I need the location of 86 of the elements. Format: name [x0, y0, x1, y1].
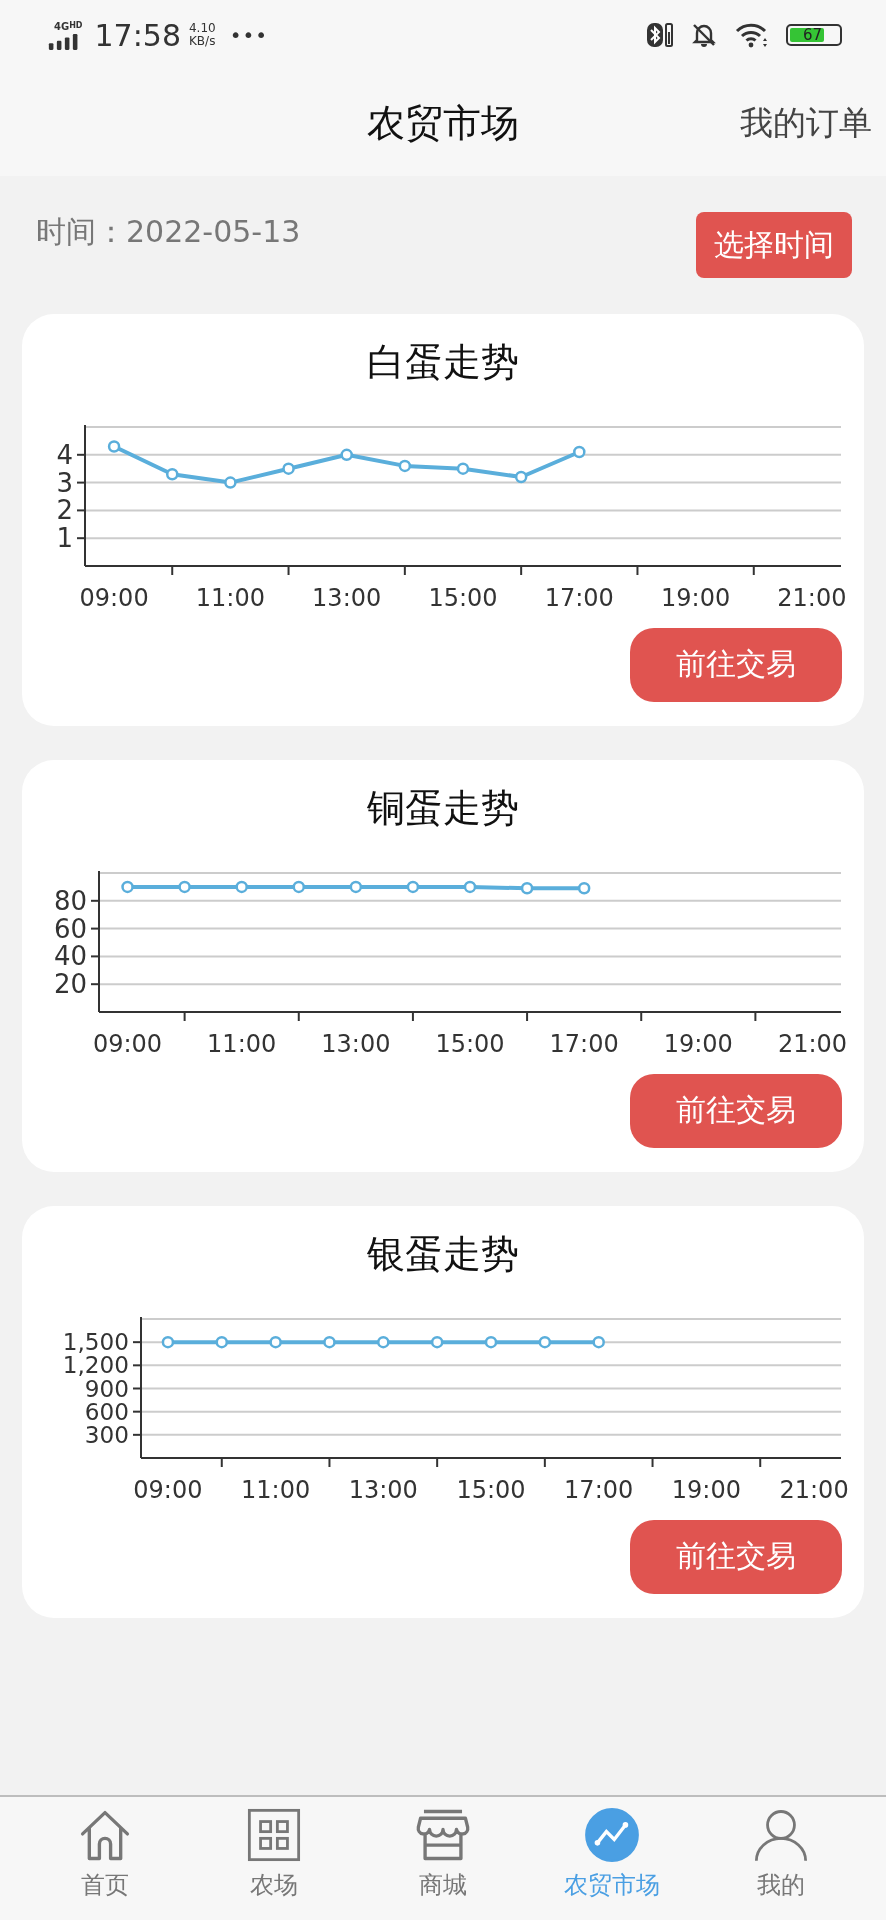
my-orders-link[interactable]: 我的订单 — [740, 100, 872, 146]
bluetooth-icon — [646, 22, 674, 48]
x-axis-label: 19:00 — [663, 1029, 733, 1058]
clock: 17:58 — [94, 17, 181, 53]
chart-title: 铜蛋走势 — [367, 786, 519, 832]
speed-unit: KB/s — [189, 35, 216, 49]
data-point — [592, 1335, 605, 1348]
x-axis-label: 21:00 — [777, 1029, 848, 1058]
speed-value: 4.10 — [189, 21, 216, 35]
x-axis-label: 15:00 — [456, 1475, 526, 1504]
x-axis-label: 09:00 — [133, 1475, 203, 1504]
trade-button[interactable]: 前往交易 — [630, 1519, 842, 1594]
data-point — [161, 1335, 175, 1348]
chart-title: 白蛋走势 — [367, 340, 519, 386]
data-point — [463, 880, 477, 893]
y-axis-label: 1,500 — [62, 1328, 129, 1355]
nav-tab[interactable]: 农场 — [203, 1807, 344, 1920]
x-axis-label: 17:00 — [549, 1029, 619, 1058]
data-point — [224, 475, 237, 489]
data-point — [573, 445, 586, 458]
data-point — [349, 880, 363, 893]
nav-tab[interactable]: 农贸市场 — [542, 1807, 683, 1920]
hd-label: HD — [69, 22, 83, 30]
data-point — [398, 459, 412, 472]
x-axis-label: 19:00 — [661, 583, 731, 612]
wifi-icon — [734, 22, 770, 48]
x-axis-label: 13:00 — [321, 1029, 391, 1058]
network-label: 4G — [54, 22, 70, 32]
grid-icon — [245, 1807, 302, 1863]
y-axis-label: 60 — [53, 913, 87, 944]
storefront-icon — [414, 1807, 471, 1863]
nav-tab[interactable]: 商城 — [372, 1807, 513, 1920]
data-point — [292, 880, 305, 893]
x-axis-label: 13:00 — [348, 1475, 418, 1504]
y-axis-label: 2 — [56, 495, 73, 525]
y-axis-label: 80 — [53, 885, 87, 916]
trade-button[interactable]: 前往交易 — [630, 627, 842, 702]
data-point — [107, 439, 121, 453]
y-axis-label: 4 — [56, 439, 73, 470]
x-axis-label: 15:00 — [435, 1029, 505, 1058]
battery-level: 67 — [790, 28, 825, 42]
data-point — [282, 462, 295, 475]
x-axis-label: 11:00 — [195, 583, 265, 612]
x-axis-label: 13:00 — [312, 583, 382, 612]
x-axis-label: 09:00 — [79, 583, 149, 612]
y-axis-label: 20 — [53, 968, 87, 999]
x-axis-label: 09:00 — [92, 1029, 163, 1058]
data-point — [235, 880, 248, 893]
data-point — [340, 448, 353, 461]
x-axis-label: 21:00 — [779, 1475, 849, 1504]
x-axis-label: 17:00 — [564, 1475, 634, 1504]
data-point — [269, 1335, 282, 1348]
data-point — [178, 880, 191, 893]
date-label: 时间：2022-05-13 — [36, 213, 301, 251]
select-time-button[interactable]: 选择时间 — [696, 212, 852, 278]
person-icon — [753, 1807, 810, 1863]
data-point — [520, 881, 534, 895]
muted-bell-icon — [690, 22, 718, 48]
nav-tab[interactable]: 我的 — [711, 1807, 852, 1920]
x-axis-label: 17:00 — [544, 583, 614, 612]
x-axis-label: 11:00 — [241, 1475, 311, 1504]
data-point — [166, 467, 179, 481]
data-point — [484, 1335, 498, 1348]
data-point — [215, 1335, 228, 1348]
data-point — [456, 462, 470, 475]
data-point — [323, 1335, 336, 1348]
y-axis-label: 1 — [56, 522, 73, 553]
x-axis-label: 21:00 — [777, 583, 847, 612]
page-title: 农贸市场 — [367, 99, 519, 147]
data-point — [538, 1335, 552, 1348]
data-point — [121, 880, 134, 893]
more-dots: ••• — [229, 23, 269, 47]
data-point — [514, 470, 528, 483]
x-axis-label: 11:00 — [207, 1029, 277, 1058]
data-point — [406, 880, 420, 893]
data-point — [577, 881, 591, 895]
y-axis-label: 3 — [56, 467, 73, 498]
y-axis-label: 40 — [53, 941, 87, 971]
trade-button[interactable]: 前往交易 — [630, 1073, 842, 1148]
data-point — [430, 1335, 444, 1348]
nav-tab[interactable]: 首页 — [34, 1807, 175, 1920]
data-point — [377, 1335, 390, 1348]
trend-chart-icon — [584, 1807, 641, 1863]
x-axis-label: 15:00 — [428, 583, 498, 612]
x-axis-label: 19:00 — [671, 1475, 741, 1504]
chart-title: 银蛋走势 — [367, 1232, 519, 1278]
